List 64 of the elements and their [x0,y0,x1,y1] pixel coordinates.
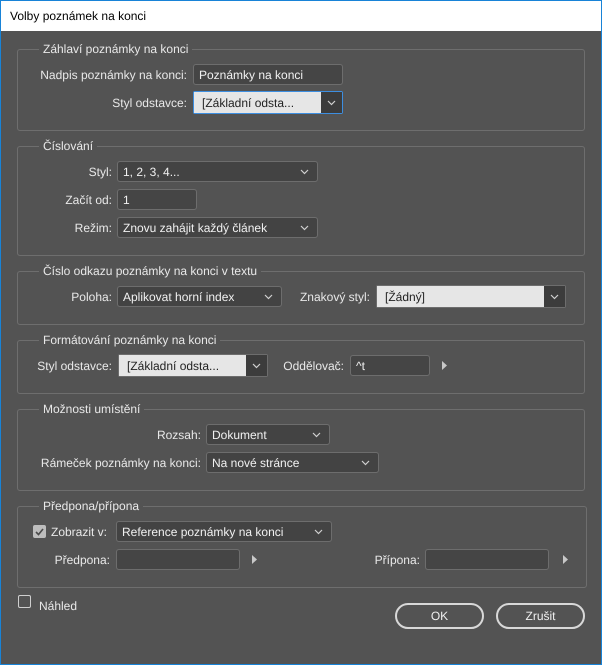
dropdown-value: 1, 2, 3, 4... [123,164,180,180]
dropdown[interactable]: 1, 2, 3, 4... [117,161,318,182]
field-label: Zobrazit v: [51,524,108,540]
chevron-down-icon [327,100,336,106]
section-title: Předpona/přípona [42,498,140,515]
triangle-right-icon[interactable] [252,555,257,564]
chevron-down-icon [300,224,309,230]
combo-value: [Základní odsta... [194,92,321,113]
input-field[interactable]: Poznámky na konci [193,64,343,85]
chevron-down-icon [361,460,370,466]
chevron-down-icon [264,294,273,300]
dropdown[interactable]: Aplikovat horní index [117,286,282,307]
triangle-right-icon[interactable] [442,361,447,370]
input-field[interactable] [425,549,549,570]
field-label: Rozsah: [156,426,201,444]
dropdown[interactable]: Reference poznámky na konci [116,521,332,542]
checkbox-label: Náhled [39,598,78,615]
dropdown-button[interactable] [246,355,267,376]
dropdown-button[interactable] [544,286,565,307]
chevron-down-icon [252,362,261,368]
section-title: Číslování [42,138,94,155]
input-field[interactable]: 1 [117,189,197,210]
field-label: Předpona: [54,552,110,568]
section-title: Číslo odkazu poznámky na konci v textu [42,263,258,280]
input-field[interactable]: ^t [350,355,430,376]
dropdown-value: Dokument [212,426,267,444]
chevron-down-icon [312,432,321,438]
dropdown[interactable]: Dokument [206,424,330,445]
field-label: Přípona: [374,552,420,568]
chevron-down-icon [300,168,309,174]
field-label: Znakový styl: [298,288,370,306]
section-title: Formátování poznámky na konci [42,332,218,349]
field-label: Režim: [74,220,112,236]
field-label: Styl odstavce: [36,358,112,374]
chevron-down-icon [550,294,559,300]
dropdown-button[interactable] [321,92,342,113]
chevron-down-icon [314,528,323,534]
dropdown-value: Znovu zahájit každý článek [123,220,268,236]
field-label: Začít od: [64,192,112,208]
dialog-button[interactable]: Zrušit [496,603,585,629]
dropdown[interactable]: Na nové stránce [206,452,379,473]
dropdown-value: Reference poznámky na konci [122,524,284,540]
combo-value: [Základní odsta... [119,355,246,376]
checkbox[interactable] [33,525,46,538]
input-field[interactable] [116,549,240,570]
triangle-right-icon[interactable] [563,555,568,564]
field-label: Styl odstavce: [111,94,187,112]
field-label: Oddělovač: [282,358,344,374]
dialog-button[interactable]: OK [395,603,484,629]
section-title: Záhlaví poznámky na konci [42,41,190,58]
field-label: Rámeček poznámky na konci: [40,454,201,472]
combo-box[interactable]: [Základní odsta... [118,354,268,377]
window-title: Volby poznámek na konci [10,8,146,25]
dropdown[interactable]: Znovu zahájit každý článek [117,217,318,238]
checkbox[interactable] [18,595,31,608]
field-label: Styl: [88,164,112,180]
dropdown-value: Na nové stránce [212,454,300,472]
section-title: Možnosti umístění [42,401,142,418]
combo-box[interactable]: [Základní odsta... [193,91,343,114]
field-label: Poloha: [70,288,112,306]
combo-box[interactable]: [Žádný] [376,285,566,308]
combo-value: [Žádný] [377,286,544,307]
dropdown-value: Aplikovat horní index [123,288,234,306]
field-label: Nadpis poznámky na konci: [39,66,187,84]
